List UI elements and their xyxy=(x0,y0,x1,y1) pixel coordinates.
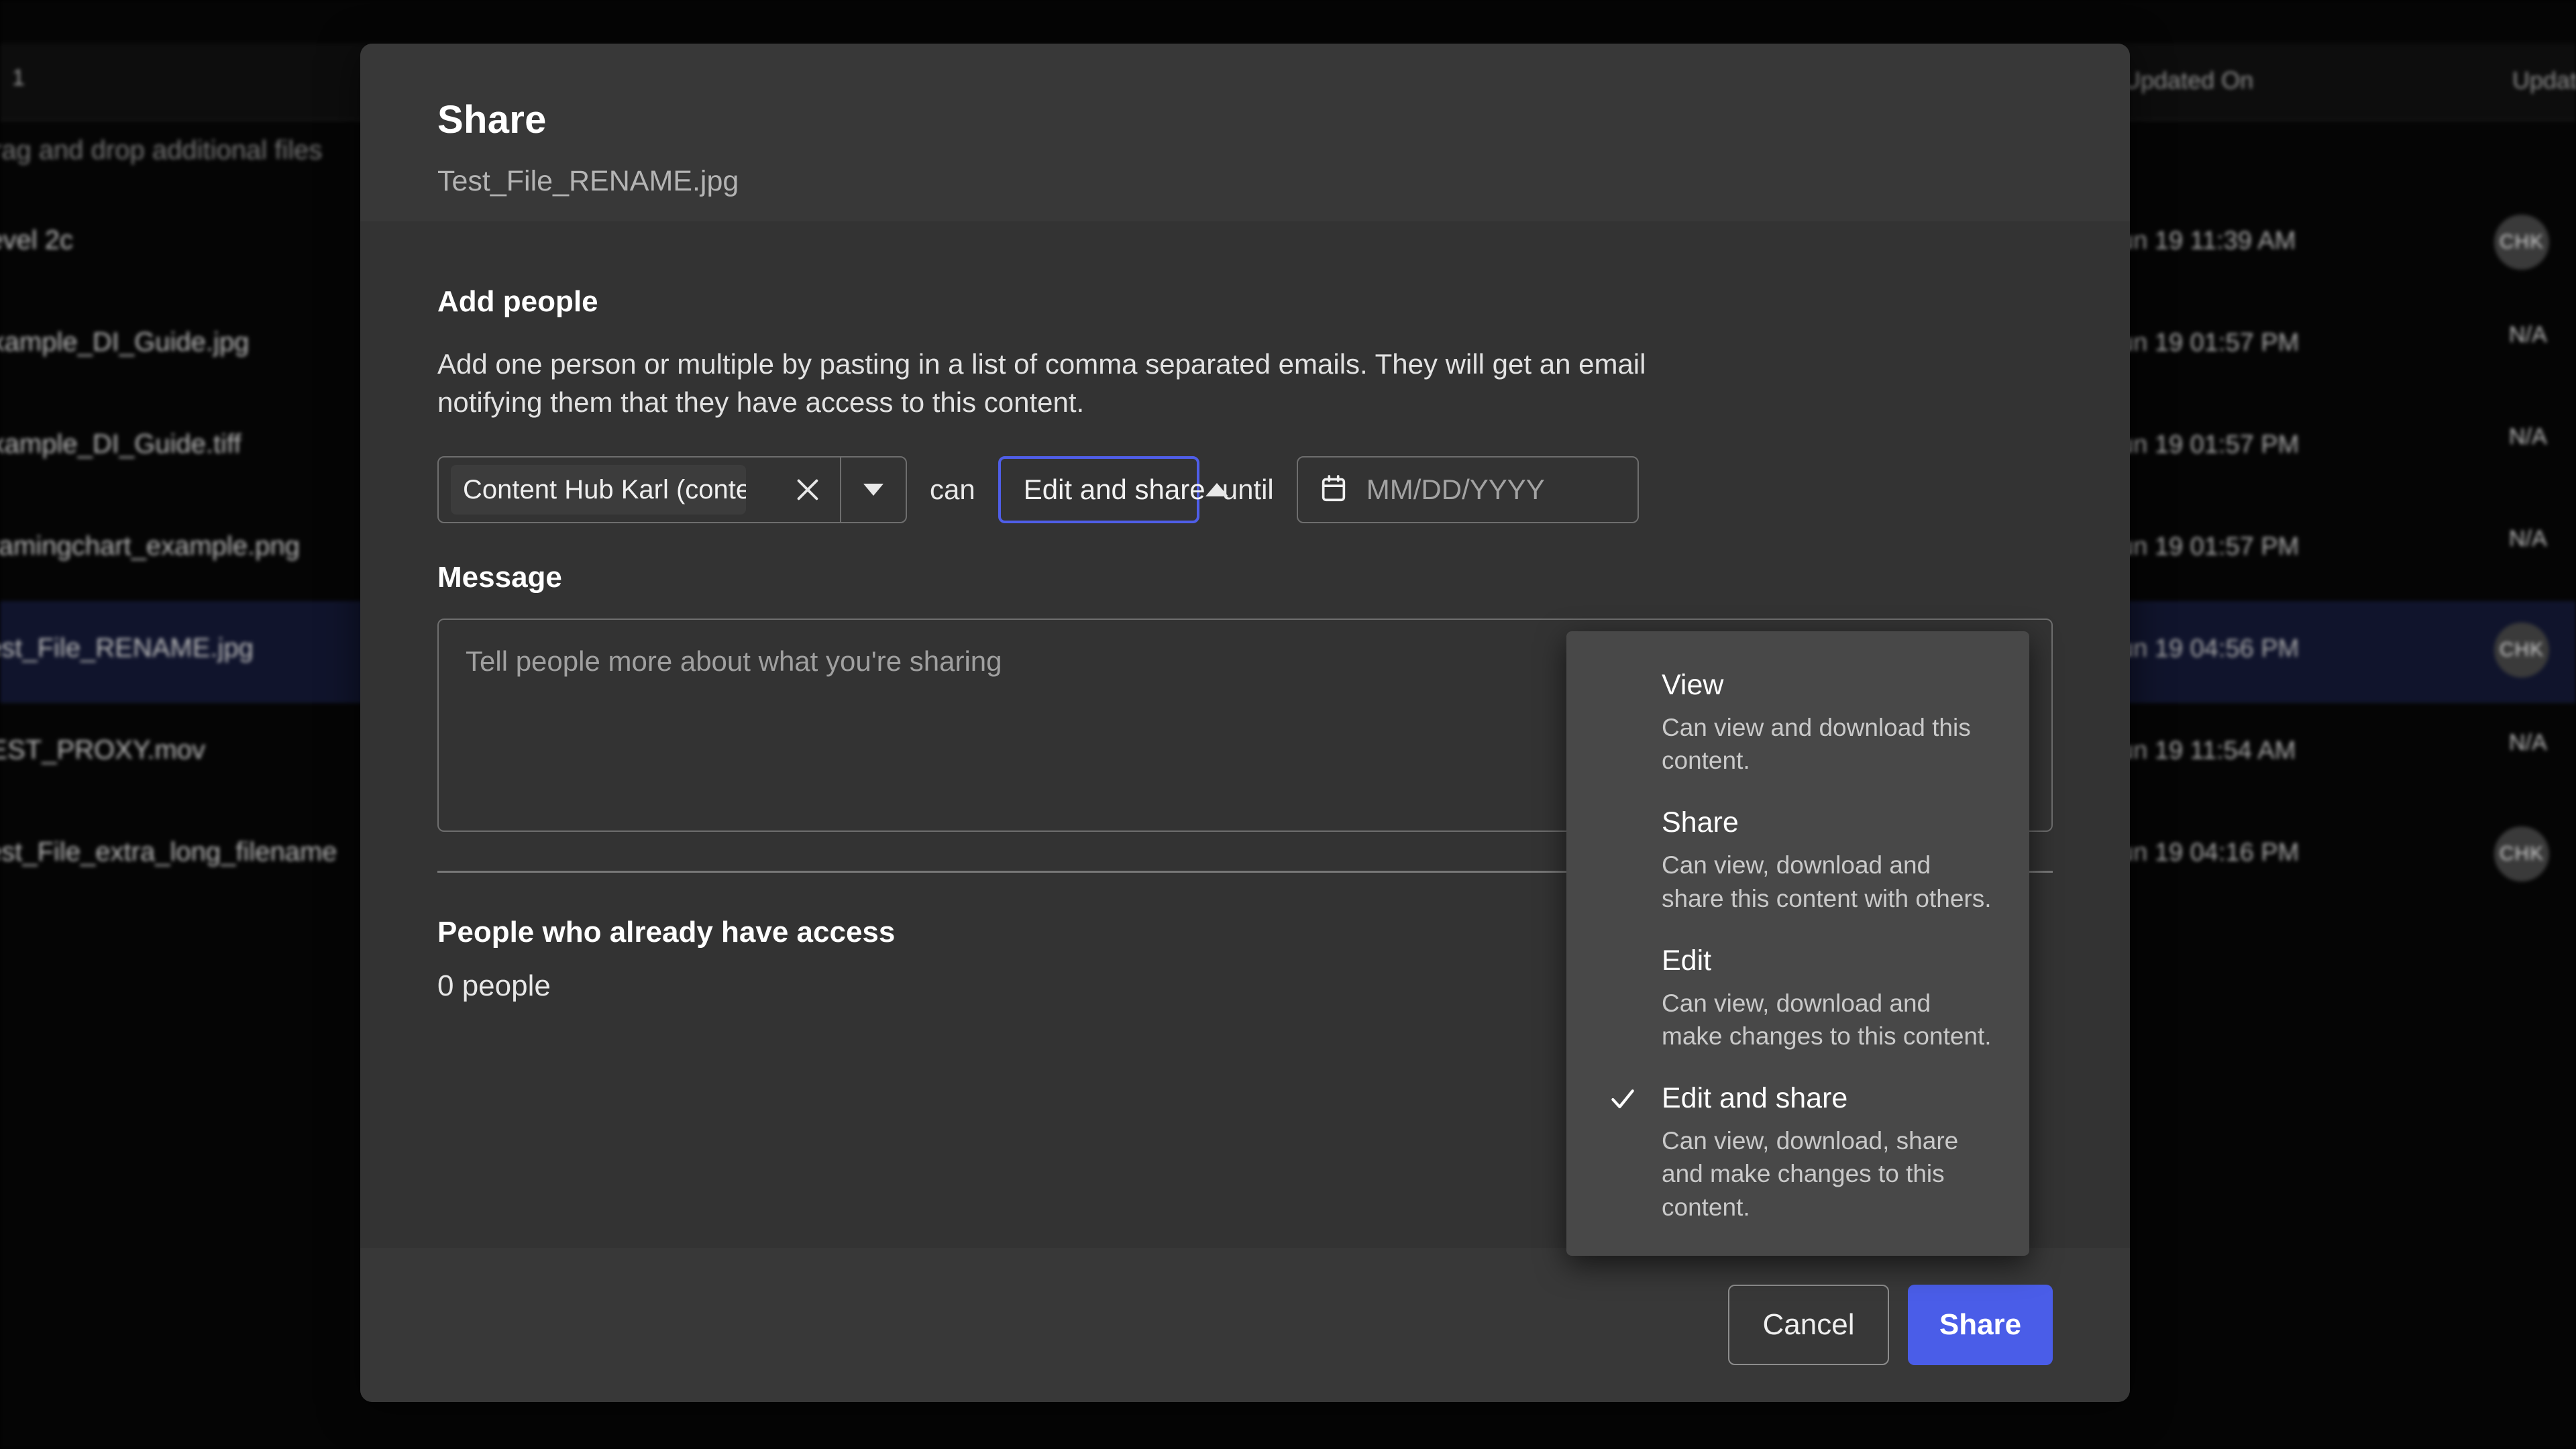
chevron-down-icon[interactable] xyxy=(841,457,906,523)
avatar: CHK xyxy=(2494,826,2549,881)
recipient-row: Content Hub Karl (content... can Edit an… xyxy=(437,456,2053,524)
file-updated-on: Jun 19 11:54 AM xyxy=(2106,737,2296,765)
permission-option-share[interactable]: Share Can view, download and share this … xyxy=(1566,792,2029,929)
file-updated-by: N/A xyxy=(2509,424,2547,449)
file-name: Test_File_RENAME.jpg xyxy=(0,633,254,663)
drag-drop-hint: Drag and drop additional files xyxy=(0,136,323,165)
file-updated-on: Jun 19 01:57 PM xyxy=(2106,533,2300,561)
selection-count-label: 1 xyxy=(12,65,26,91)
permission-select[interactable]: Edit and share xyxy=(998,456,1228,524)
file-updated-by: N/A xyxy=(2509,730,2547,755)
recipient-chip[interactable]: Content Hub Karl (content... xyxy=(451,465,746,515)
share-button[interactable]: Share xyxy=(1908,1285,2053,1365)
dialog-title: Share xyxy=(437,98,547,142)
add-people-description: Add one person or multiple by pasting in… xyxy=(437,348,1646,418)
people-picker[interactable]: Content Hub Karl (content... xyxy=(437,456,907,524)
permission-option-description: Can view, download and make changes to t… xyxy=(1662,989,1992,1051)
file-updated-on: Jun 19 01:57 PM xyxy=(2106,329,2300,357)
chevron-up-icon xyxy=(1205,483,1228,497)
file-name: TEST_PROXY.mov xyxy=(0,735,206,765)
close-icon[interactable] xyxy=(775,457,840,523)
connector-can-label: can xyxy=(930,474,975,506)
file-updated-by: N/A xyxy=(2509,322,2547,347)
permission-option-label: Edit xyxy=(1662,944,1712,977)
file-updated-on: Jun 19 11:39 AM xyxy=(2106,227,2296,255)
check-icon xyxy=(1608,1085,1638,1114)
file-updated-on: Jun 19 04:56 PM xyxy=(2106,635,2300,663)
file-updated-by: N/A xyxy=(2509,526,2547,551)
add-people-heading: Add people xyxy=(437,285,598,318)
expiration-date-field[interactable]: MM/DD/YYYY xyxy=(1296,456,1639,524)
permission-option-description: Can view, download, share and make chang… xyxy=(1662,1127,1959,1221)
share-dialog: Share Test_File_RENAME.jpg Add people Ad… xyxy=(360,44,2130,1402)
permission-option-description: Can view and download this content. xyxy=(1662,714,1971,775)
avatar: CHK xyxy=(2494,215,2549,270)
file-updated-on: Jun 19 01:57 PM xyxy=(2106,431,2300,459)
file-name: Example_DI_Guide.tiff xyxy=(0,429,241,459)
file-name: Level 2c xyxy=(0,225,73,255)
column-header-updated-by: Updated By xyxy=(2512,66,2576,94)
permission-option-label: View xyxy=(1662,669,1724,701)
permission-dropdown-menu: View Can view and download this content.… xyxy=(1566,631,2029,1256)
permission-option-label: Edit and share xyxy=(1662,1082,1848,1115)
column-header-updated-on: Updated On xyxy=(2123,66,2254,94)
permission-option-description: Can view, download and share this conten… xyxy=(1662,851,1992,912)
file-name: Framingchart_example.png xyxy=(0,531,300,561)
dialog-footer: Cancel Share xyxy=(360,1248,2130,1402)
permission-option-edit[interactable]: Edit Can view, download and make changes… xyxy=(1566,930,2029,1067)
dialog-subtitle-filename: Test_File_RENAME.jpg xyxy=(437,165,739,197)
permission-option-label: Share xyxy=(1662,806,1739,839)
cancel-button[interactable]: Cancel xyxy=(1728,1285,1889,1365)
permission-option-view[interactable]: View Can view and download this content. xyxy=(1566,654,2029,792)
calendar-icon xyxy=(1318,473,1349,507)
file-updated-on: Jun 19 04:16 PM xyxy=(2106,839,2300,867)
dialog-header: Share Test_File_RENAME.jpg xyxy=(360,44,2130,221)
file-name: Example_DI_Guide.jpg xyxy=(0,327,250,357)
file-name: Test_File_extra_long_filename xyxy=(0,837,337,867)
message-placeholder: Tell people more about what you're shari… xyxy=(466,645,1002,678)
avatar: CHK xyxy=(2494,623,2549,678)
message-heading: Message xyxy=(437,561,562,594)
permission-select-value: Edit and share xyxy=(1023,474,1205,506)
expiration-date-placeholder: MM/DD/YYYY xyxy=(1366,474,1545,506)
connector-until-label: until xyxy=(1222,474,1274,506)
permission-option-edit-and-share[interactable]: Edit and share Can view, download, share… xyxy=(1566,1067,2029,1238)
